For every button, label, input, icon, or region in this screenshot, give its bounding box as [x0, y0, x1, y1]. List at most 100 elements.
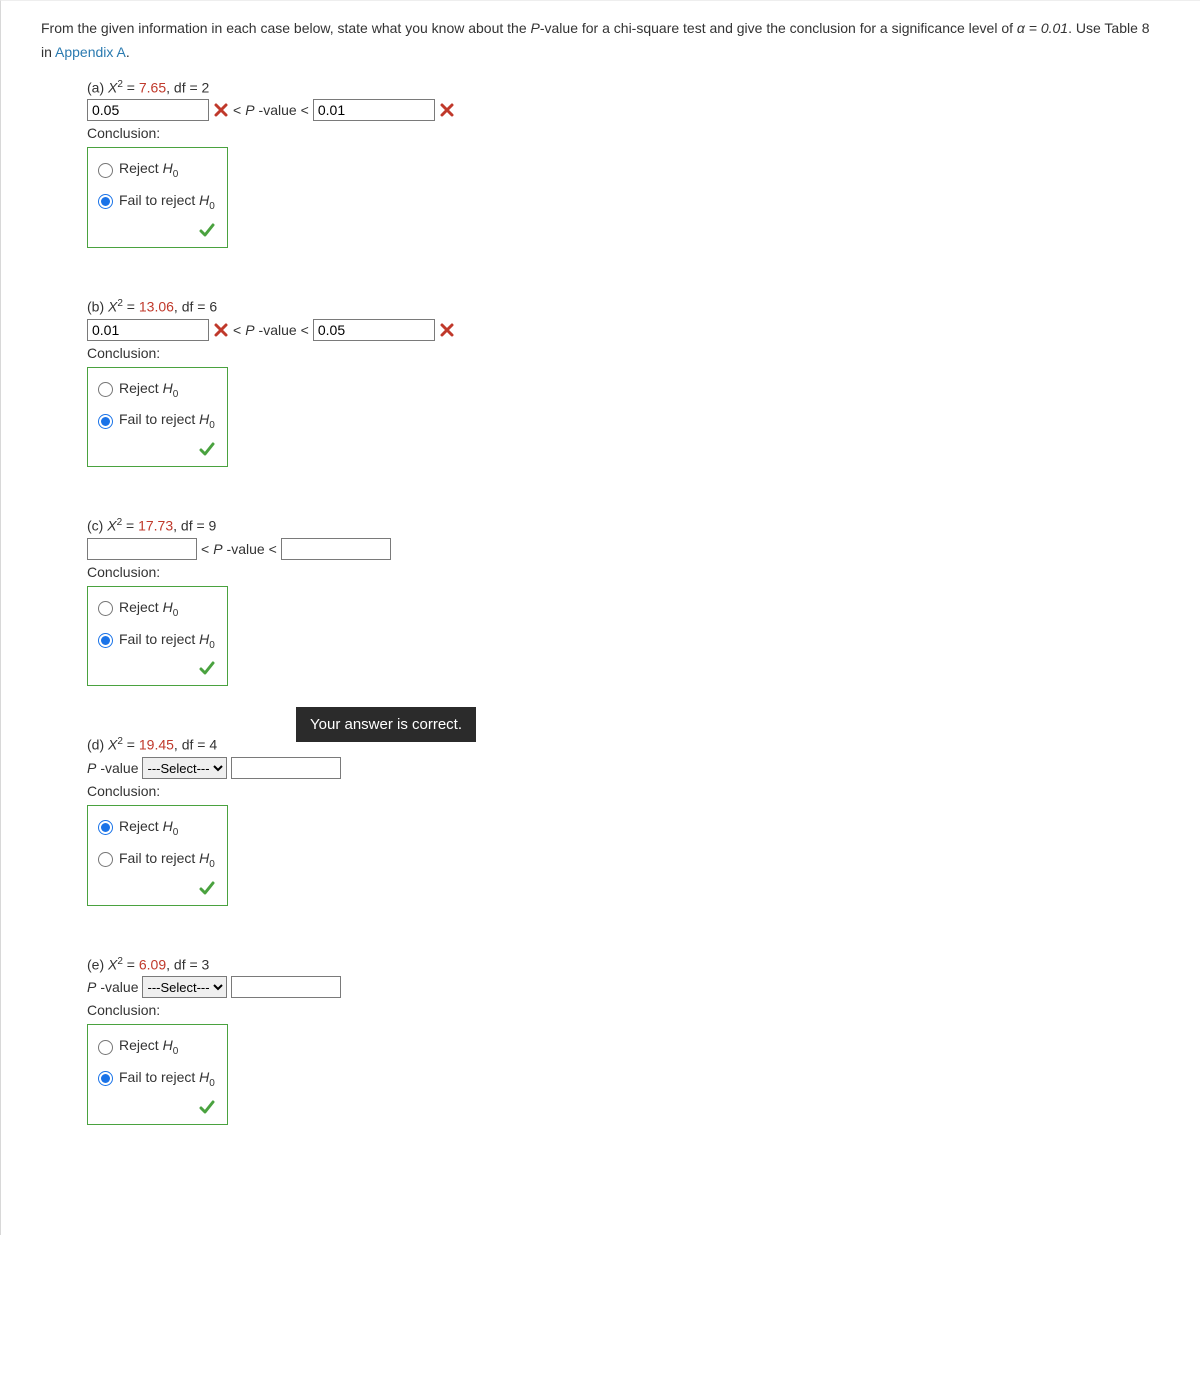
chi-letter: X — [107, 518, 116, 534]
pvalue-word: -value — [259, 322, 297, 338]
pvalue-input[interactable] — [231, 757, 341, 779]
reject-option[interactable]: Reject H0 — [96, 1031, 217, 1063]
reject-option[interactable]: Reject H0 — [96, 593, 217, 625]
part-label: (b) — [87, 299, 108, 315]
H: H — [199, 411, 209, 427]
pvalue-upper-input[interactable] — [281, 538, 391, 560]
eq: = — [123, 299, 139, 315]
question-page: From the given information in each case … — [0, 0, 1200, 1235]
zero: 0 — [173, 388, 179, 399]
check-icon — [199, 441, 215, 457]
chi-letter: X — [108, 737, 117, 753]
fail-option[interactable]: Fail to reject H0 — [96, 625, 217, 657]
pvalue-lower-input[interactable] — [87, 99, 209, 121]
alpha-text: α = 0.01 — [1017, 20, 1068, 36]
zero: 0 — [173, 608, 179, 619]
reject-radio[interactable] — [98, 163, 113, 178]
chi-value: 7.65 — [139, 79, 166, 95]
H: H — [199, 631, 209, 647]
H: H — [199, 850, 209, 866]
reject-text: Reject — [119, 1037, 163, 1053]
conclusion-label: Conclusion: — [87, 783, 1160, 799]
fail-radio[interactable] — [98, 1071, 113, 1086]
pvalue-upper-input[interactable] — [313, 319, 435, 341]
check-icon — [199, 660, 215, 676]
chi-letter: X — [108, 956, 117, 972]
reject-option[interactable]: Reject H0 — [96, 154, 217, 186]
pvalue-select[interactable]: ---Select--- — [142, 976, 227, 998]
part-label: (d) — [87, 737, 108, 753]
part-b-conclusion-box: Reject H0 Fail to reject H0 — [87, 367, 228, 468]
reject-option[interactable]: Reject H0 — [96, 812, 217, 844]
conclusion-label: Conclusion: — [87, 564, 1160, 580]
chi-value: 6.09 — [139, 956, 166, 972]
zero: 0 — [209, 859, 215, 870]
fail-radio[interactable] — [98, 633, 113, 648]
lt: < — [201, 541, 209, 557]
pvalue-word: -value — [227, 541, 265, 557]
part-e-stem: (e) X2 = 6.09, df = 3 — [87, 956, 1160, 973]
part-d-pvalue-line: P-value ---Select--- — [87, 757, 1160, 779]
reject-radio[interactable] — [98, 601, 113, 616]
cross-icon — [439, 322, 455, 338]
zero: 0 — [209, 639, 215, 650]
lt: < — [301, 102, 309, 118]
reject-radio[interactable] — [98, 382, 113, 397]
eq: = — [122, 518, 138, 534]
conclusion-label: Conclusion: — [87, 125, 1160, 141]
part-b: (b) X2 = 13.06, df = 6 < P-value < Concl… — [87, 298, 1160, 467]
part-a-stem: (a) X2 = 7.65, df = 2 — [87, 79, 1160, 96]
reject-radio[interactable] — [98, 1040, 113, 1055]
fail-radio[interactable] — [98, 194, 113, 209]
pvalue-select[interactable]: ---Select--- — [142, 757, 227, 779]
fail-option[interactable]: Fail to reject H0 — [96, 405, 217, 437]
eq: = — [123, 737, 139, 753]
chi-value: 13.06 — [139, 299, 174, 315]
pvalue-suffix: -value — [100, 760, 138, 776]
pvalue-lower-input[interactable] — [87, 538, 197, 560]
df-text: , df = 9 — [173, 518, 216, 534]
p-letter: P — [245, 322, 254, 338]
fail-option[interactable]: Fail to reject H0 — [96, 844, 217, 876]
reject-text: Reject — [119, 599, 163, 615]
intro-text: From the given information in each case … — [41, 20, 531, 36]
part-label: (a) — [87, 79, 108, 95]
part-a: (a) X2 = 7.65, df = 2 < P-value < Conclu… — [87, 79, 1160, 248]
pvalue-input[interactable] — [231, 976, 341, 998]
reject-option[interactable]: Reject H0 — [96, 374, 217, 406]
eq: = — [123, 79, 139, 95]
fail-radio[interactable] — [98, 414, 113, 429]
reject-radio[interactable] — [98, 820, 113, 835]
part-e-conclusion-box: Reject H0 Fail to reject H0 — [87, 1024, 228, 1125]
part-label: (c) — [87, 518, 107, 534]
part-c-conclusion-box: Reject H0 Fail to reject H0 — [87, 586, 228, 687]
zero: 0 — [173, 1046, 179, 1057]
check-icon — [199, 222, 215, 238]
fail-radio[interactable] — [98, 852, 113, 867]
zero: 0 — [173, 827, 179, 838]
p-letter: P — [213, 541, 222, 557]
H: H — [163, 160, 173, 176]
fail-option[interactable]: Fail to reject H0 — [96, 186, 217, 218]
pvalue-lower-input[interactable] — [87, 319, 209, 341]
cross-icon — [213, 102, 229, 118]
part-d-conclusion-box: Reject H0 Fail to reject H0 — [87, 805, 228, 906]
part-a-pvalue-line: < P-value < — [87, 99, 1160, 121]
pvalue-upper-input[interactable] — [313, 99, 435, 121]
conclusion-label: Conclusion: — [87, 345, 1160, 361]
df-text: , df = 6 — [174, 299, 217, 315]
intro-text: . — [126, 44, 130, 60]
fail-option[interactable]: Fail to reject H0 — [96, 1063, 217, 1095]
correct-tooltip: Your answer is correct. — [296, 707, 476, 742]
part-d: (d) X2 = 19.45, df = 4 P-value ---Select… — [87, 736, 1160, 905]
check-icon — [199, 880, 215, 896]
zero: 0 — [209, 420, 215, 431]
part-b-stem: (b) X2 = 13.06, df = 6 — [87, 298, 1160, 315]
lt: < — [233, 322, 241, 338]
part-b-pvalue-line: < P-value < — [87, 319, 1160, 341]
eq: = — [123, 956, 139, 972]
chi-value: 19.45 — [139, 737, 174, 753]
H: H — [199, 1069, 209, 1085]
H: H — [163, 599, 173, 615]
appendix-link[interactable]: Appendix A — [55, 44, 126, 60]
